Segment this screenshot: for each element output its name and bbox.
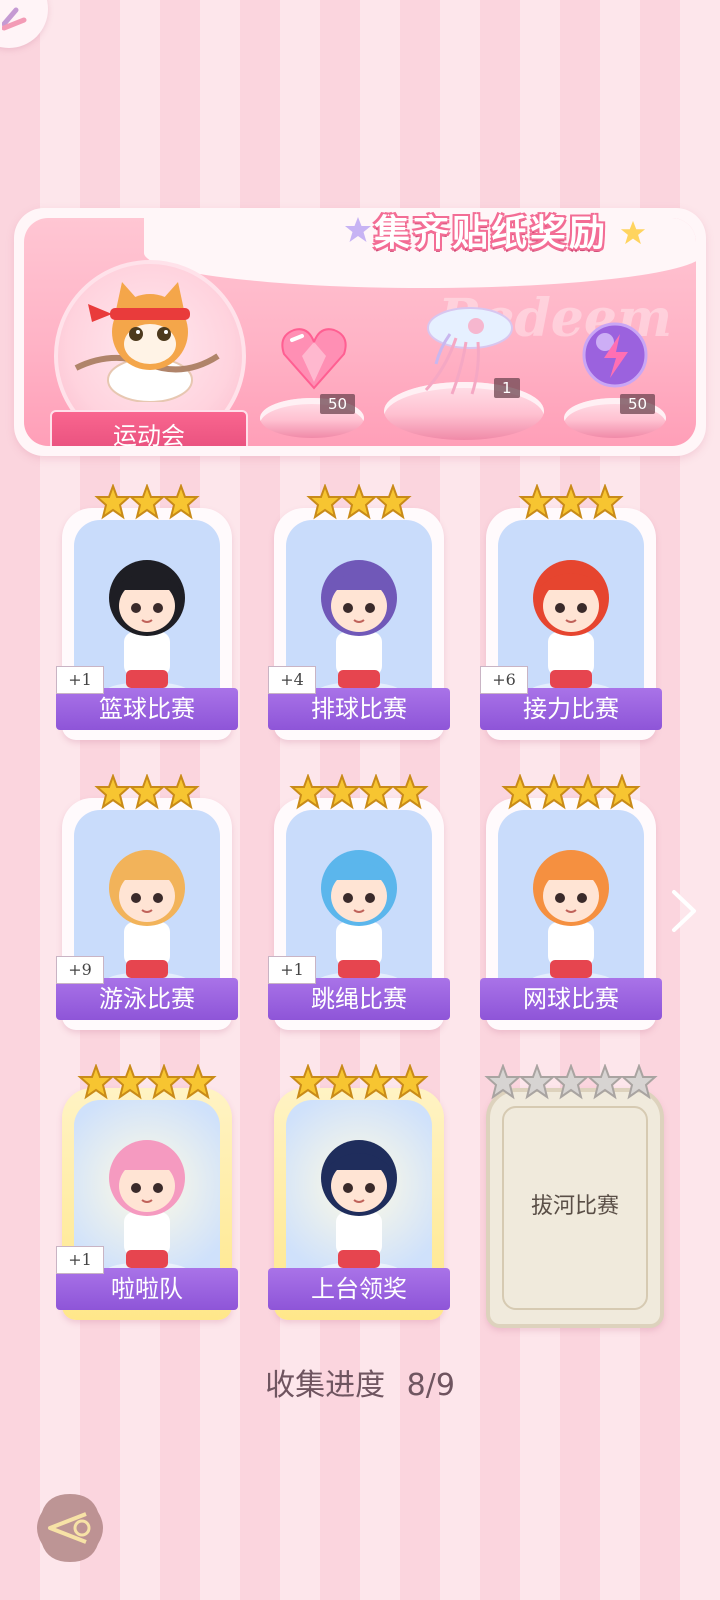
star-icon <box>552 1063 590 1100</box>
menu-corner-button[interactable] <box>0 0 48 48</box>
tug-of-war-cat-icon <box>74 282 220 402</box>
card-stars <box>289 1063 429 1106</box>
card-stars <box>77 1063 217 1106</box>
card-art <box>286 1100 432 1288</box>
star-icon <box>162 483 200 520</box>
pink-heart-gem-icon[interactable] <box>278 322 350 394</box>
card-label: 上台领奖 <box>268 1268 450 1310</box>
star-icon <box>94 483 132 520</box>
card-art <box>498 810 644 998</box>
card-stars <box>289 773 429 816</box>
star-icon <box>145 1063 183 1100</box>
event-name-ribbon: 运动会 <box>50 410 248 446</box>
star-icon <box>111 1063 149 1100</box>
star-icon <box>374 483 412 520</box>
star-icon <box>323 1063 361 1100</box>
card-label: 跳绳比赛 <box>268 978 450 1020</box>
star-icon <box>128 483 166 520</box>
sticker-card[interactable]: 拔河比赛 <box>486 1088 664 1328</box>
reward-count: 1 <box>494 378 520 398</box>
duplicate-count-badge: +4 <box>268 666 316 694</box>
progress-label: 收集进度 <box>265 1368 386 1403</box>
duplicate-count-badge: +6 <box>480 666 528 694</box>
tennis-girl-icon <box>529 850 613 992</box>
star-icon <box>518 483 556 520</box>
star-icon <box>357 773 395 810</box>
card-stars <box>306 483 412 526</box>
star-icon <box>179 1063 217 1100</box>
back-button[interactable] <box>32 1490 108 1566</box>
duplicate-count-badge: +1 <box>56 666 104 694</box>
gold-star-icon <box>620 220 646 245</box>
star-icon <box>391 773 429 810</box>
trophy-winner-icon <box>317 1140 401 1282</box>
progress-value: 8/9 <box>406 1368 455 1403</box>
duplicate-count-badge: +1 <box>56 1246 104 1274</box>
card-stars <box>94 773 200 816</box>
star-icon <box>289 773 327 810</box>
card-label: 篮球比赛 <box>56 688 238 730</box>
sticker-card[interactable]: 篮球比赛 +1 <box>56 508 238 740</box>
chevron-right-icon[interactable] <box>670 888 698 934</box>
card-label: 网球比赛 <box>480 978 662 1020</box>
star-icon <box>323 773 361 810</box>
sticker-card[interactable]: 啦啦队 +1 <box>56 1088 238 1320</box>
back-arrow-icon <box>37 1494 103 1562</box>
sticker-card[interactable]: 游泳比赛 +9 <box>56 798 238 1030</box>
star-icon <box>552 483 590 520</box>
star-icon <box>357 1063 395 1100</box>
event-name: 运动会 <box>113 422 185 446</box>
star-icon <box>569 773 607 810</box>
card-stars <box>518 483 624 526</box>
collection-progress: 收集进度 8/9 <box>0 1360 720 1404</box>
star-icon <box>603 773 641 810</box>
card-stars <box>484 1063 658 1106</box>
sticker-card[interactable]: 跳绳比赛 +1 <box>268 798 450 1030</box>
card-label: 接力比赛 <box>480 688 662 730</box>
sticker-card[interactable]: 上台领奖 <box>268 1088 450 1320</box>
reward-count: 50 <box>620 394 656 414</box>
star-icon <box>391 1063 429 1100</box>
fan-icon <box>2 7 27 31</box>
star-icon <box>340 483 378 520</box>
star-icon <box>620 1063 658 1100</box>
card-label: 游泳比赛 <box>56 978 238 1020</box>
star-icon <box>77 1063 115 1100</box>
sticker-card[interactable]: 接力比赛 +6 <box>480 508 662 740</box>
star-icon <box>484 1063 522 1100</box>
purple-star-icon <box>345 217 371 242</box>
card-label: 啦啦队 <box>56 1268 238 1310</box>
sticker-card[interactable]: 排球比赛 +4 <box>268 508 450 740</box>
star-icon <box>289 1063 327 1100</box>
card-label: 拔河比赛 <box>530 1194 619 1219</box>
card-stars <box>94 483 200 526</box>
banner-title: 集齐贴纸奖励 <box>374 213 609 254</box>
star-icon <box>306 483 344 520</box>
star-icon <box>586 483 624 520</box>
card-stars <box>501 773 641 816</box>
reward-banner: Redeem 运动会 50 1 50 集齐贴纸奖励 <box>14 178 706 456</box>
reward-count: 50 <box>320 394 356 414</box>
star-icon <box>518 1063 556 1100</box>
star-icon <box>501 773 539 810</box>
star-icon <box>586 1063 624 1100</box>
purple-lightning-orb-icon[interactable] <box>580 320 650 390</box>
duplicate-count-badge: +9 <box>56 956 104 984</box>
star-icon <box>535 773 573 810</box>
star-icon <box>128 773 166 810</box>
star-icon <box>162 773 200 810</box>
card-label: 排球比赛 <box>268 688 450 730</box>
duplicate-count-badge: +1 <box>268 956 316 984</box>
star-icon <box>94 773 132 810</box>
sticker-card[interactable]: 网球比赛 <box>480 798 662 1030</box>
